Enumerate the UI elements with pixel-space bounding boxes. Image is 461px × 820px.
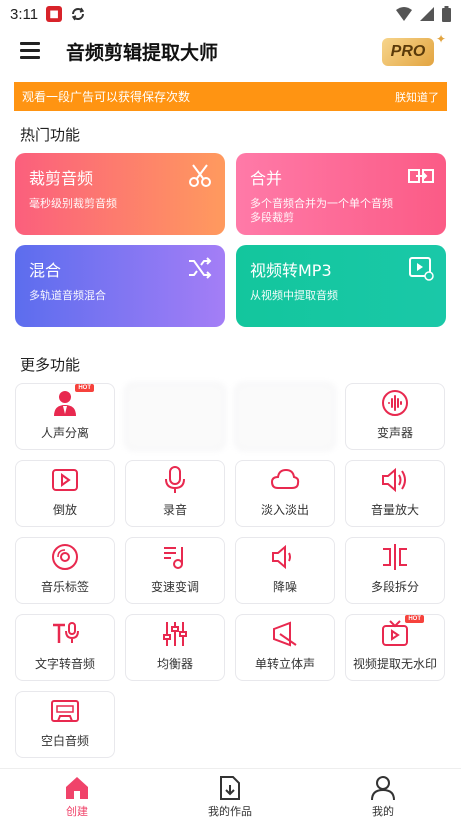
video-to-mp3-card[interactable]: 视频转MP3 从视频中提取音频	[236, 245, 446, 327]
cassette-icon	[50, 696, 80, 726]
status-bar: 3:11 ■	[0, 0, 461, 28]
tile-text-to-audio[interactable]: 文字转音频	[15, 614, 115, 681]
card-subtitle: 多轨道音频混合	[29, 289, 106, 302]
more-section-title: 更多功能	[20, 356, 81, 374]
blurred-icon	[160, 405, 190, 435]
nav-create[interactable]: 创建	[32, 775, 122, 819]
cut-audio-card[interactable]: 裁剪音频 毫秒级别裁剪音频	[15, 153, 225, 235]
sparkle-icon: ✦	[436, 32, 447, 46]
signal-icon	[420, 7, 434, 21]
home-icon	[66, 777, 88, 799]
tile-label: 降噪	[272, 580, 297, 594]
tile-label: 音量放大	[370, 503, 419, 517]
tile-vocal-separation[interactable]: HOT 人声分离	[15, 383, 115, 450]
ad-banner-text: 观看一段广告可以获得保存次数	[22, 90, 191, 104]
tile-reverse-play[interactable]: 倒放	[15, 460, 115, 527]
tile-label: 视频提取无水印	[352, 657, 437, 671]
equalizer-icon	[160, 619, 190, 649]
tile-fade[interactable]: 淡入淡出	[235, 460, 335, 527]
tile-video-watermark-removal[interactable]: HOT 视频提取无水印	[345, 614, 445, 681]
card-title: 合并	[250, 169, 283, 188]
mix-card[interactable]: 混合 多轨道音频混合	[15, 245, 225, 327]
nav-label: 我的作品	[208, 805, 252, 818]
tile-denoise[interactable]: 降噪	[235, 537, 335, 604]
app-title: 音频剪辑提取大师	[66, 42, 219, 64]
bottom-nav: 创建 我的作品 我的	[0, 768, 461, 820]
card-subtitle: 多个音频合并为一个单个音频多段裁剪	[250, 197, 393, 224]
tile-speed-pitch[interactable]: 变速变调	[125, 537, 225, 604]
cloud-icon	[270, 465, 300, 495]
status-time: 3:11	[10, 5, 39, 23]
merge-icon	[408, 169, 434, 183]
tile-label: 录音	[162, 503, 187, 517]
battery-icon	[442, 6, 451, 22]
tile-equalizer[interactable]: 均衡器	[125, 614, 225, 681]
vocal-separation-icon: HOT	[50, 384, 94, 418]
app-notification-icon: ■	[46, 6, 63, 22]
card-title: 视频转MP3	[250, 261, 332, 280]
tile-label: 多段拆分	[370, 580, 419, 594]
tile-multi-split[interactable]: 多段拆分	[345, 537, 445, 604]
tile-blurred-2[interactable]	[235, 383, 335, 450]
volume-icon	[380, 465, 410, 495]
tile-voice-changer[interactable]: 变声器	[345, 383, 445, 450]
nav-label: 创建	[66, 805, 88, 818]
video-convert-icon	[409, 257, 434, 281]
card-title: 裁剪音频	[29, 169, 94, 188]
tile-label: 变声器	[376, 426, 413, 440]
hot-badge: HOT	[75, 384, 94, 392]
hot-badge: HOT	[405, 615, 424, 623]
tile-music-tag[interactable]: 音乐标签	[15, 537, 115, 604]
scissors-icon	[189, 164, 211, 187]
music-note-icon	[160, 542, 190, 572]
download-doc-icon	[220, 776, 240, 800]
tile-label: 空白音频	[40, 734, 89, 748]
sync-icon	[71, 7, 85, 21]
wifi-icon	[396, 7, 412, 21]
nav-me[interactable]: 我的	[338, 775, 428, 819]
nav-label: 我的	[372, 805, 394, 818]
nav-my-works[interactable]: 我的作品	[185, 775, 275, 819]
ad-dismiss-button[interactable]: 朕知道了	[395, 89, 439, 105]
shuffle-icon	[189, 257, 212, 279]
tile-label: 文字转音频	[34, 657, 95, 671]
person-icon	[371, 776, 395, 801]
menu-icon[interactable]	[20, 42, 40, 60]
tile-record[interactable]: 录音	[125, 460, 225, 527]
tile-label: 均衡器	[156, 657, 193, 671]
disc-icon	[50, 542, 80, 572]
pro-button[interactable]: PRO	[382, 38, 434, 66]
ad-banner[interactable]: 观看一段广告可以获得保存次数 朕知道了	[14, 82, 447, 111]
speaker-low-icon	[270, 542, 300, 572]
tile-label: 淡入淡出	[260, 503, 309, 517]
voice-changer-icon	[380, 388, 410, 418]
tile-label: 人声分离	[40, 426, 89, 440]
status-indicators	[396, 6, 451, 22]
card-title: 混合	[29, 261, 62, 280]
split-icon	[380, 542, 410, 572]
text-to-speech-icon	[50, 619, 80, 649]
microphone-icon	[160, 465, 190, 495]
tile-blurred-1[interactable]	[125, 383, 225, 450]
stereo-icon	[270, 619, 300, 649]
tile-mono-to-stereo[interactable]: 单转立体声	[235, 614, 335, 681]
card-subtitle: 从视频中提取音频	[250, 289, 338, 302]
tv-icon: HOT	[380, 615, 424, 649]
tile-label: 变速变调	[150, 580, 199, 594]
tile-blank-audio[interactable]: 空白音频	[15, 691, 115, 758]
tile-label: 倒放	[52, 503, 77, 517]
tile-label: 音乐标签	[40, 580, 89, 594]
hot-section-title: 热门功能	[20, 126, 81, 144]
app-bar: 音频剪辑提取大师 PRO ✦	[0, 28, 461, 78]
merge-card[interactable]: 合并 多个音频合并为一个单个音频多段裁剪	[236, 153, 446, 235]
blurred-icon	[270, 405, 300, 435]
tile-volume-boost[interactable]: 音量放大	[345, 460, 445, 527]
card-subtitle: 毫秒级别裁剪音频	[29, 197, 117, 210]
reverse-play-icon	[50, 465, 80, 495]
tile-label: 单转立体声	[254, 657, 315, 671]
